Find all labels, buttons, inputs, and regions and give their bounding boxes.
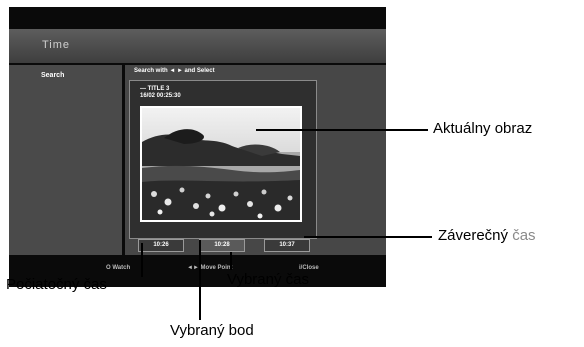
sidebar-item-search[interactable]: Search	[41, 72, 64, 79]
move-point-hint[interactable]: ◄► Move Point	[187, 265, 233, 271]
callout-start-time: Počiatočný čas	[6, 276, 107, 293]
current-image-thumbnail	[140, 106, 302, 222]
callout-end-time-main: Záverečný	[438, 227, 513, 244]
leader-line-selected-point	[199, 240, 201, 320]
end-time-marker[interactable]: 10:37	[264, 239, 310, 252]
search-panel: Search with ◄ ► and Select — TITLE 3 16/…	[125, 65, 386, 255]
start-time-marker[interactable]: 10:26	[138, 239, 184, 252]
title-date-time: 16/02 00:25:30	[140, 93, 181, 99]
title-bar: Time	[9, 29, 386, 63]
time-markers: 10:26 10:28 10:37	[130, 239, 330, 252]
landscape-image	[142, 108, 300, 220]
sidebar: Search	[9, 65, 122, 255]
menu-title: Time	[42, 39, 71, 51]
leader-line-start-time	[141, 243, 143, 277]
callout-end-time: Záverečný čas	[438, 227, 536, 244]
preview-window: — TITLE 3 16/02 00:25:30 10:26 10:28 10:…	[129, 80, 317, 252]
title-info: — TITLE 3 16/02 00:25:30	[140, 86, 181, 100]
tv-menu-screen: Time Search Search with ◄ ► and Select —…	[9, 7, 386, 287]
search-instruction: Search with ◄ ► and Select	[134, 68, 215, 74]
callout-end-time-tail: čas	[512, 227, 536, 244]
title-number: — TITLE 3	[140, 86, 170, 92]
callout-selected-point: Vybraný bod	[170, 322, 254, 339]
leader-line-selected-time	[230, 252, 232, 270]
callout-current-image: Aktuálny obraz	[433, 120, 533, 137]
selected-time-marker[interactable]: 10:28	[199, 239, 245, 252]
callout-selected-time: Vybraný čas	[227, 271, 309, 288]
leader-line-end-time	[304, 236, 432, 238]
watch-hint[interactable]: O Watch	[106, 265, 130, 271]
leader-line-current-image	[256, 129, 428, 131]
